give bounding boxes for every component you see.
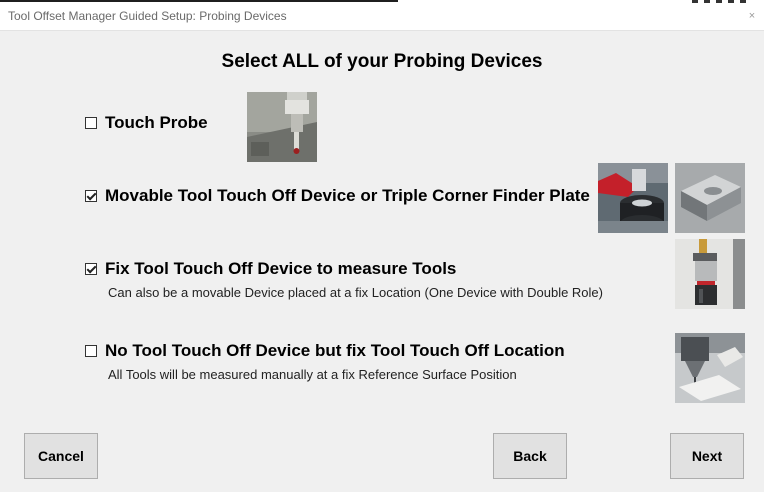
- window-title: Tool Offset Manager Guided Setup: Probin…: [8, 9, 287, 23]
- next-button[interactable]: Next: [670, 433, 744, 479]
- option-no-touch-off[interactable]: No Tool Touch Off Device but fix Tool To…: [85, 341, 565, 361]
- option-no-touch-off-label[interactable]: No Tool Touch Off Device but fix Tool To…: [105, 341, 565, 361]
- checkbox-touch-probe[interactable]: [85, 117, 97, 129]
- touch-probe-image: [247, 92, 317, 162]
- option-movable-touch-off-label[interactable]: Movable Tool Touch Off Device or Triple …: [105, 186, 590, 206]
- corner-finder-plate-image: [675, 163, 745, 233]
- title-bar: Tool Offset Manager Guided Setup: Probin…: [0, 0, 764, 31]
- checkbox-movable-touch-off[interactable]: [85, 190, 97, 202]
- close-button[interactable]: ×: [743, 7, 761, 25]
- title-bar-dots: [692, 0, 752, 3]
- page-heading: Select ALL of your Probing Devices: [221, 51, 543, 72]
- checkbox-no-touch-off[interactable]: [85, 345, 97, 357]
- checkbox-fixed-touch-off[interactable]: [85, 263, 97, 275]
- movable-touch-off-image: [598, 163, 668, 233]
- option-fixed-touch-off[interactable]: Fix Tool Touch Off Device to measure Too…: [85, 259, 456, 279]
- cancel-button[interactable]: Cancel: [24, 433, 98, 479]
- option-movable-touch-off[interactable]: Movable Tool Touch Off Device or Triple …: [85, 186, 590, 206]
- fixed-tool-setter-image: [675, 239, 745, 309]
- title-bar-top-edge: [0, 0, 398, 2]
- back-button[interactable]: Back: [493, 433, 567, 479]
- option-touch-probe-label[interactable]: Touch Probe: [105, 113, 208, 133]
- reference-surface-image: [675, 333, 745, 403]
- option-fixed-touch-off-label[interactable]: Fix Tool Touch Off Device to measure Too…: [105, 259, 456, 279]
- option-touch-probe[interactable]: Touch Probe: [85, 113, 208, 133]
- option-no-touch-off-description: All Tools will be measured manually at a…: [108, 367, 517, 382]
- option-fixed-touch-off-description: Can also be a movable Device placed at a…: [108, 285, 603, 300]
